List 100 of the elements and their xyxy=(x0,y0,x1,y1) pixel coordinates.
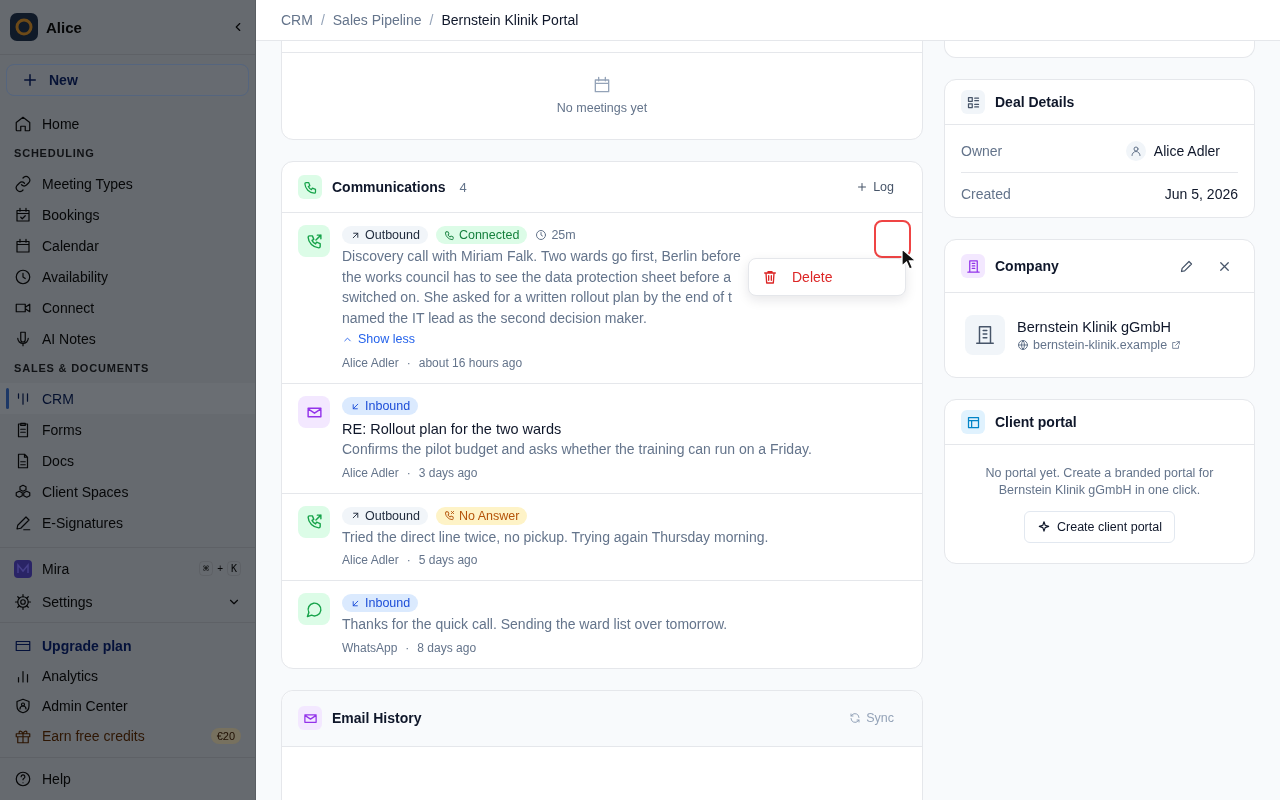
empty-state-text: No portal yet. Create a branded portal for Bernstein Klinik gGmbH in one click. xyxy=(984,465,1215,499)
shortcut-key: K xyxy=(226,561,241,576)
refresh-icon xyxy=(849,712,862,724)
nav-item[interactable]: Analytics xyxy=(0,661,255,691)
message-line: the works council has to see the data protection sheet before a xyxy=(342,267,732,287)
building-glyph-icon xyxy=(974,324,996,346)
credit-badge: €20 xyxy=(210,728,241,744)
meta-separator: · xyxy=(406,552,411,569)
globe-icon xyxy=(1017,338,1029,351)
message-line: Discovery call with Miriam Falk. Two wards go first, Berlin before xyxy=(342,247,741,266)
website-link[interactable]: bernstein-klinik.example xyxy=(1033,337,1168,352)
nav-label: Admin Center xyxy=(42,698,128,714)
assistant-label[interactable]: Mira xyxy=(42,560,70,577)
company-name: Bernstein Klinik gGmbH xyxy=(1017,318,1172,335)
timestamp: about 16 hours ago xyxy=(418,355,523,372)
field-value: Alice Adler xyxy=(1153,142,1220,159)
empty-state-text: No meetings yet xyxy=(556,101,648,115)
breadcrumb-separator: / xyxy=(429,12,434,28)
nav-item[interactable]: Forms xyxy=(0,414,255,445)
nav-label: Analytics xyxy=(42,668,99,684)
field-value: Jun 5, 2026 xyxy=(1164,186,1238,202)
workspace-name[interactable]: Alice xyxy=(46,18,223,36)
calendar-check-icon xyxy=(14,205,32,224)
breadcrumb-link[interactable]: CRM xyxy=(281,12,313,28)
nav-item[interactable]: Docs xyxy=(0,445,255,476)
calendar-icon xyxy=(14,236,32,255)
section-heading: SALES & DOCUMENTS xyxy=(13,361,151,376)
meta-separator: · xyxy=(406,464,411,482)
timestamp: 5 days ago xyxy=(418,552,478,569)
plus-icon xyxy=(21,71,39,89)
nav-item[interactable]: Availability xyxy=(0,261,255,292)
nav-item[interactable]: Calendar xyxy=(0,230,255,261)
nav-item[interactable]: E-Signatures xyxy=(0,507,255,538)
message-line: Confirms the pilot budget and asks whether the training can run on a Friday. xyxy=(342,440,812,459)
show-less-link[interactable]: Show less xyxy=(342,328,415,350)
help-icon xyxy=(14,770,32,788)
status-tag: Connected xyxy=(435,226,528,244)
item-count: 4 xyxy=(459,179,467,195)
phone-icon xyxy=(443,229,455,241)
log-button[interactable]: Log xyxy=(844,176,906,198)
nav-item[interactable]: Bookings xyxy=(0,199,255,230)
meta-separator: · xyxy=(405,639,410,657)
direction-tag: Outbound xyxy=(342,506,428,525)
nav-item[interactable]: Upgrade plan xyxy=(0,631,255,661)
nav-item[interactable]: Connect xyxy=(0,292,255,323)
nav-label: Upgrade plan xyxy=(42,638,132,654)
link-icon xyxy=(14,174,32,193)
nav-item[interactable]: Meeting Types xyxy=(0,168,255,199)
new-button[interactable]: New xyxy=(6,64,249,96)
shortcut-joiner: + xyxy=(217,563,223,574)
shortcut-key: ⌘ xyxy=(199,561,214,576)
sparkle-icon xyxy=(1037,520,1052,534)
phone-outgoing-icon xyxy=(305,513,323,530)
clock-icon xyxy=(535,229,548,241)
author-name: WhatsApp xyxy=(342,639,398,657)
nav-item[interactable]: Admin Center xyxy=(0,691,255,721)
field-label: Created xyxy=(961,186,1011,202)
arrow-up-right-icon xyxy=(350,510,361,521)
card-title: Email History xyxy=(332,710,422,726)
settings-item[interactable]: Settings xyxy=(0,585,255,618)
app-logo xyxy=(10,13,38,41)
card-title: Communications xyxy=(332,179,446,195)
clock-icon xyxy=(14,267,32,286)
phone-outgoing-icon xyxy=(305,232,323,250)
settings-icon xyxy=(14,592,32,611)
field-label: Owner xyxy=(961,142,1003,159)
nav-item[interactable]: Earn free credits €20 xyxy=(0,721,255,751)
breadcrumb-link[interactable]: Sales Pipeline xyxy=(332,12,422,28)
direction-tag: Inbound xyxy=(342,397,419,415)
author-name: Alice Adler xyxy=(342,464,399,482)
create-portal-button[interactable]: Create client portal xyxy=(1024,511,1175,543)
message-line: Thanks for the quick call. Sending the ward list over tomorrow. xyxy=(342,615,728,634)
home-icon xyxy=(14,114,32,133)
email-subject: RE: Rollout plan for the two wards xyxy=(342,420,563,439)
direction-tag: Outbound xyxy=(342,226,428,244)
nav-label: Earn free credits xyxy=(42,728,145,744)
call-duration: 25m xyxy=(551,228,576,242)
plus-icon xyxy=(856,181,869,193)
chat-bubble-icon xyxy=(305,600,323,618)
shield-user-icon xyxy=(14,697,32,715)
section-heading: SCHEDULING xyxy=(13,146,96,161)
meta-separator: · xyxy=(406,355,411,372)
menu-item[interactable]: Delete xyxy=(752,262,902,292)
actions-button[interactable] xyxy=(874,220,911,258)
breadcrumb-separator: / xyxy=(320,12,325,28)
timestamp: 3 days ago xyxy=(418,464,478,482)
breadcrumb-current: Bernstein Klinik Portal xyxy=(441,12,579,28)
microphone-icon xyxy=(14,329,32,348)
status-tag: No Answer xyxy=(435,506,528,525)
nav-item[interactable]: Home xyxy=(0,108,255,139)
phone-missed-icon xyxy=(443,510,455,521)
trash-icon xyxy=(762,269,778,285)
pencil-icon xyxy=(1178,258,1194,274)
card-title: Company xyxy=(995,258,1059,274)
message-line: named the IT lead as the second decision maker. xyxy=(342,308,647,328)
help-item[interactable]: Help xyxy=(0,764,255,794)
nav-item[interactable]: AI Notes xyxy=(0,323,255,354)
external-link-icon xyxy=(1171,339,1182,350)
nav-item[interactable]: Client Spaces xyxy=(0,476,255,507)
nav-item[interactable]: CRM xyxy=(0,383,255,414)
